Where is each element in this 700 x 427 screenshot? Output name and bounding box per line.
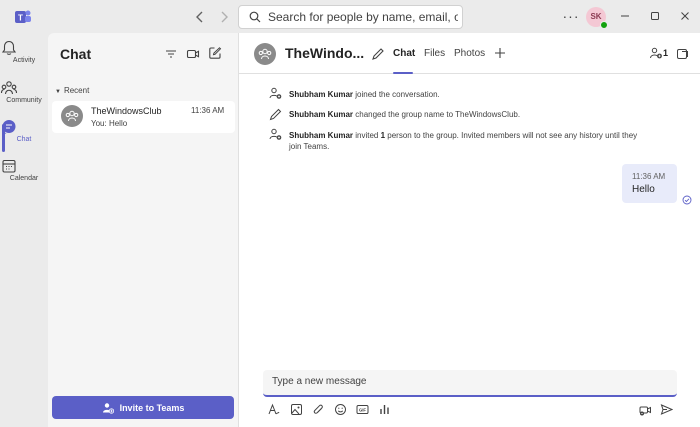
person-add-icon <box>102 402 114 414</box>
tab-files[interactable]: Files <box>424 48 445 59</box>
system-message-text: invited <box>353 131 381 140</box>
system-message-text: changed the group name to TheWindowsClub… <box>353 110 521 119</box>
system-message: Shubham Kumar invited 1 person to the gr… <box>289 130 639 152</box>
format-icon[interactable] <box>267 403 280 416</box>
presence-available-icon <box>600 21 608 29</box>
title-bar: T ··· SK <box>0 0 700 33</box>
participants-button[interactable]: 1 <box>649 46 668 60</box>
conversation-header: TheWindo... Chat Files Photos 1 <box>239 33 700 74</box>
rail-label: Activity <box>12 57 36 64</box>
rail-item-calendar[interactable]: Calendar <box>0 157 48 197</box>
group-avatar-icon <box>61 105 83 127</box>
person-add-icon <box>269 128 282 141</box>
filter-icon[interactable] <box>164 47 178 61</box>
message-time: 11:36 AM <box>632 172 666 181</box>
recent-label: Recent <box>63 86 90 95</box>
person-add-icon <box>269 87 282 100</box>
video-call-icon[interactable] <box>186 47 200 61</box>
chat-item-name: TheWindowsClub <box>91 106 162 116</box>
system-message: Shubham Kumar changed the group name to … <box>289 109 649 120</box>
message-bubble[interactable]: 11:36 AM Hello <box>622 164 677 203</box>
close-icon[interactable] <box>677 8 693 24</box>
message-input[interactable] <box>272 376 662 387</box>
conversation-pane: TheWindo... Chat Files Photos 1 Shubham … <box>238 33 700 427</box>
send-icon[interactable] <box>660 403 673 416</box>
poll-icon[interactable] <box>378 403 391 416</box>
svg-text:T: T <box>18 14 23 23</box>
active-tab-indicator <box>393 72 413 74</box>
attach-icon[interactable] <box>312 403 325 416</box>
rail-item-activity[interactable]: Activity <box>0 39 48 79</box>
meet-now-icon[interactable] <box>639 403 652 416</box>
system-message: Shubham Kumar joined the conversation. <box>289 89 649 100</box>
search-input[interactable] <box>268 10 458 24</box>
user-avatar[interactable]: SK <box>586 7 608 29</box>
search-box[interactable] <box>238 5 463 29</box>
search-icon <box>249 11 261 23</box>
edit-name-icon[interactable] <box>371 47 385 61</box>
chat-list-item[interactable]: TheWindowsClub 11:36 AM You: Hello <box>52 101 235 133</box>
pop-out-icon[interactable] <box>676 47 689 60</box>
invite-button-label: Invite to Teams <box>119 402 185 413</box>
app-rail: Activity Community Chat Calendar <box>0 33 48 427</box>
community-icon <box>0 79 48 97</box>
minimize-icon[interactable] <box>617 8 633 24</box>
gif-icon[interactable]: GIF <box>356 403 369 416</box>
seen-check-icon <box>682 195 692 205</box>
maximize-icon[interactable] <box>647 8 663 24</box>
emoji-icon[interactable] <box>334 403 347 416</box>
system-message-actor: Shubham Kumar <box>289 110 354 119</box>
chat-item-time: 11:36 AM <box>191 106 225 115</box>
caret-down-icon: ▼ <box>55 89 61 95</box>
pencil-icon <box>269 108 282 121</box>
chat-list-pane: Chat ▼ Recent TheWindowsClub 11:36 AM You… <box>48 33 238 427</box>
participants-icon <box>649 46 663 60</box>
tab-photos[interactable]: Photos <box>454 48 485 59</box>
rail-label: Chat <box>16 136 32 143</box>
more-options-button[interactable]: ··· <box>562 8 580 26</box>
bell-icon <box>0 39 48 57</box>
back-arrow-icon[interactable] <box>192 9 208 25</box>
rail-label: Calendar <box>9 175 39 182</box>
tab-chat[interactable]: Chat <box>393 48 415 59</box>
chat-list-title: Chat <box>60 46 92 62</box>
system-message-actor: Shubham Kumar <box>289 90 354 99</box>
new-chat-icon[interactable] <box>208 46 222 60</box>
conversation-title: TheWindo... <box>285 45 365 61</box>
user-initials: SK <box>590 12 602 21</box>
rail-item-chat[interactable]: Chat <box>0 118 48 158</box>
active-indicator <box>2 124 5 152</box>
calendar-icon <box>0 157 48 175</box>
chat-item-preview: You: Hello <box>91 119 128 128</box>
image-icon[interactable] <box>290 403 303 416</box>
compose-box[interactable] <box>263 370 677 397</box>
system-message-text: joined the conversation. <box>353 90 440 99</box>
recent-section-header[interactable]: ▼ Recent <box>55 86 89 95</box>
plus-icon[interactable] <box>493 46 507 60</box>
rail-item-community[interactable]: Community <box>0 79 48 119</box>
teams-logo-icon: T <box>14 8 32 26</box>
participant-count: 1 <box>663 48 669 58</box>
invite-to-teams-button[interactable]: Invite to Teams <box>52 396 234 419</box>
forward-arrow-icon[interactable] <box>216 9 232 25</box>
system-message-actor: Shubham Kumar <box>289 131 354 140</box>
rail-label: Community <box>6 97 42 104</box>
group-avatar-icon <box>254 43 276 65</box>
svg-text:GIF: GIF <box>359 408 366 413</box>
message-text: Hello <box>632 184 655 195</box>
chat-icon <box>0 118 48 136</box>
